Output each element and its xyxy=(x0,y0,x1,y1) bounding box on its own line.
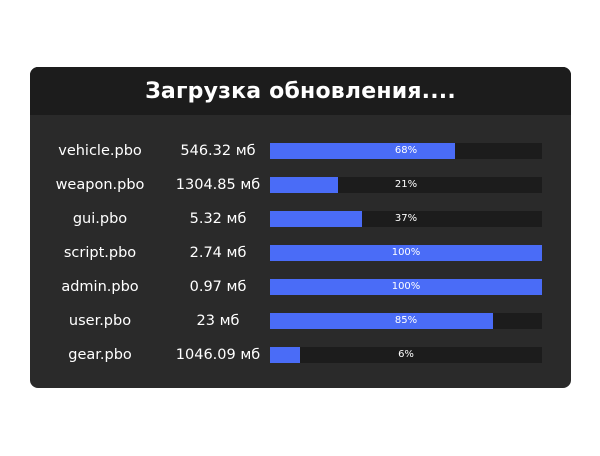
panel-header: Загрузка обновления.... xyxy=(30,67,571,115)
file-row: admin.pbo 0.97 мб 100% xyxy=(30,270,571,304)
file-size: 23 мб xyxy=(196,313,240,329)
file-name: vehicle.pbo xyxy=(58,143,142,159)
progress-bar: 85% xyxy=(270,313,542,329)
file-name: gui.pbo xyxy=(72,211,128,227)
file-size: 2.74 мб xyxy=(189,245,247,261)
progress-bar: 100% xyxy=(270,279,542,295)
file-list: vehicle.pbo 546.32 мб 68% weapon.pbo 130… xyxy=(30,134,571,372)
file-row: weapon.pbo 1304.85 мб 21% xyxy=(30,168,571,202)
file-size: 546.32 мб xyxy=(180,143,256,159)
progress-percent: 85% xyxy=(394,315,418,326)
progress-bar: 68% xyxy=(270,143,542,159)
panel-title: Загрузка обновления.... xyxy=(145,78,456,104)
file-name: script.pbo xyxy=(63,245,137,261)
file-row: vehicle.pbo 546.32 мб 68% xyxy=(30,134,571,168)
progress-percent: 100% xyxy=(391,247,421,258)
progress-percent: 100% xyxy=(391,281,421,292)
update-panel: Загрузка обновления.... vehicle.pbo 546.… xyxy=(30,67,571,388)
progress-bar: 100% xyxy=(270,245,542,261)
file-name: gear.pbo xyxy=(68,347,132,363)
file-row: script.pbo 2.74 мб 100% xyxy=(30,236,571,270)
file-row: gear.pbo 1046.09 мб 6% xyxy=(30,338,571,372)
file-size: 5.32 мб xyxy=(189,211,247,227)
file-name: user.pbo xyxy=(68,313,132,329)
progress-percent: 68% xyxy=(394,145,418,156)
progress-percent: 37% xyxy=(394,213,418,224)
file-name: weapon.pbo xyxy=(55,177,145,193)
progress-bar: 37% xyxy=(270,211,542,227)
file-size: 0.97 мб xyxy=(189,279,247,295)
progress-bar: 6% xyxy=(270,347,542,363)
progress-bar: 21% xyxy=(270,177,542,193)
file-row: gui.pbo 5.32 мб 37% xyxy=(30,202,571,236)
file-row: user.pbo 23 мб 85% xyxy=(30,304,571,338)
progress-percent: 21% xyxy=(394,179,418,190)
file-size: 1046.09 мб xyxy=(175,347,261,363)
file-size: 1304.85 мб xyxy=(175,177,261,193)
file-name: admin.pbo xyxy=(61,279,139,295)
progress-percent: 6% xyxy=(398,349,414,360)
